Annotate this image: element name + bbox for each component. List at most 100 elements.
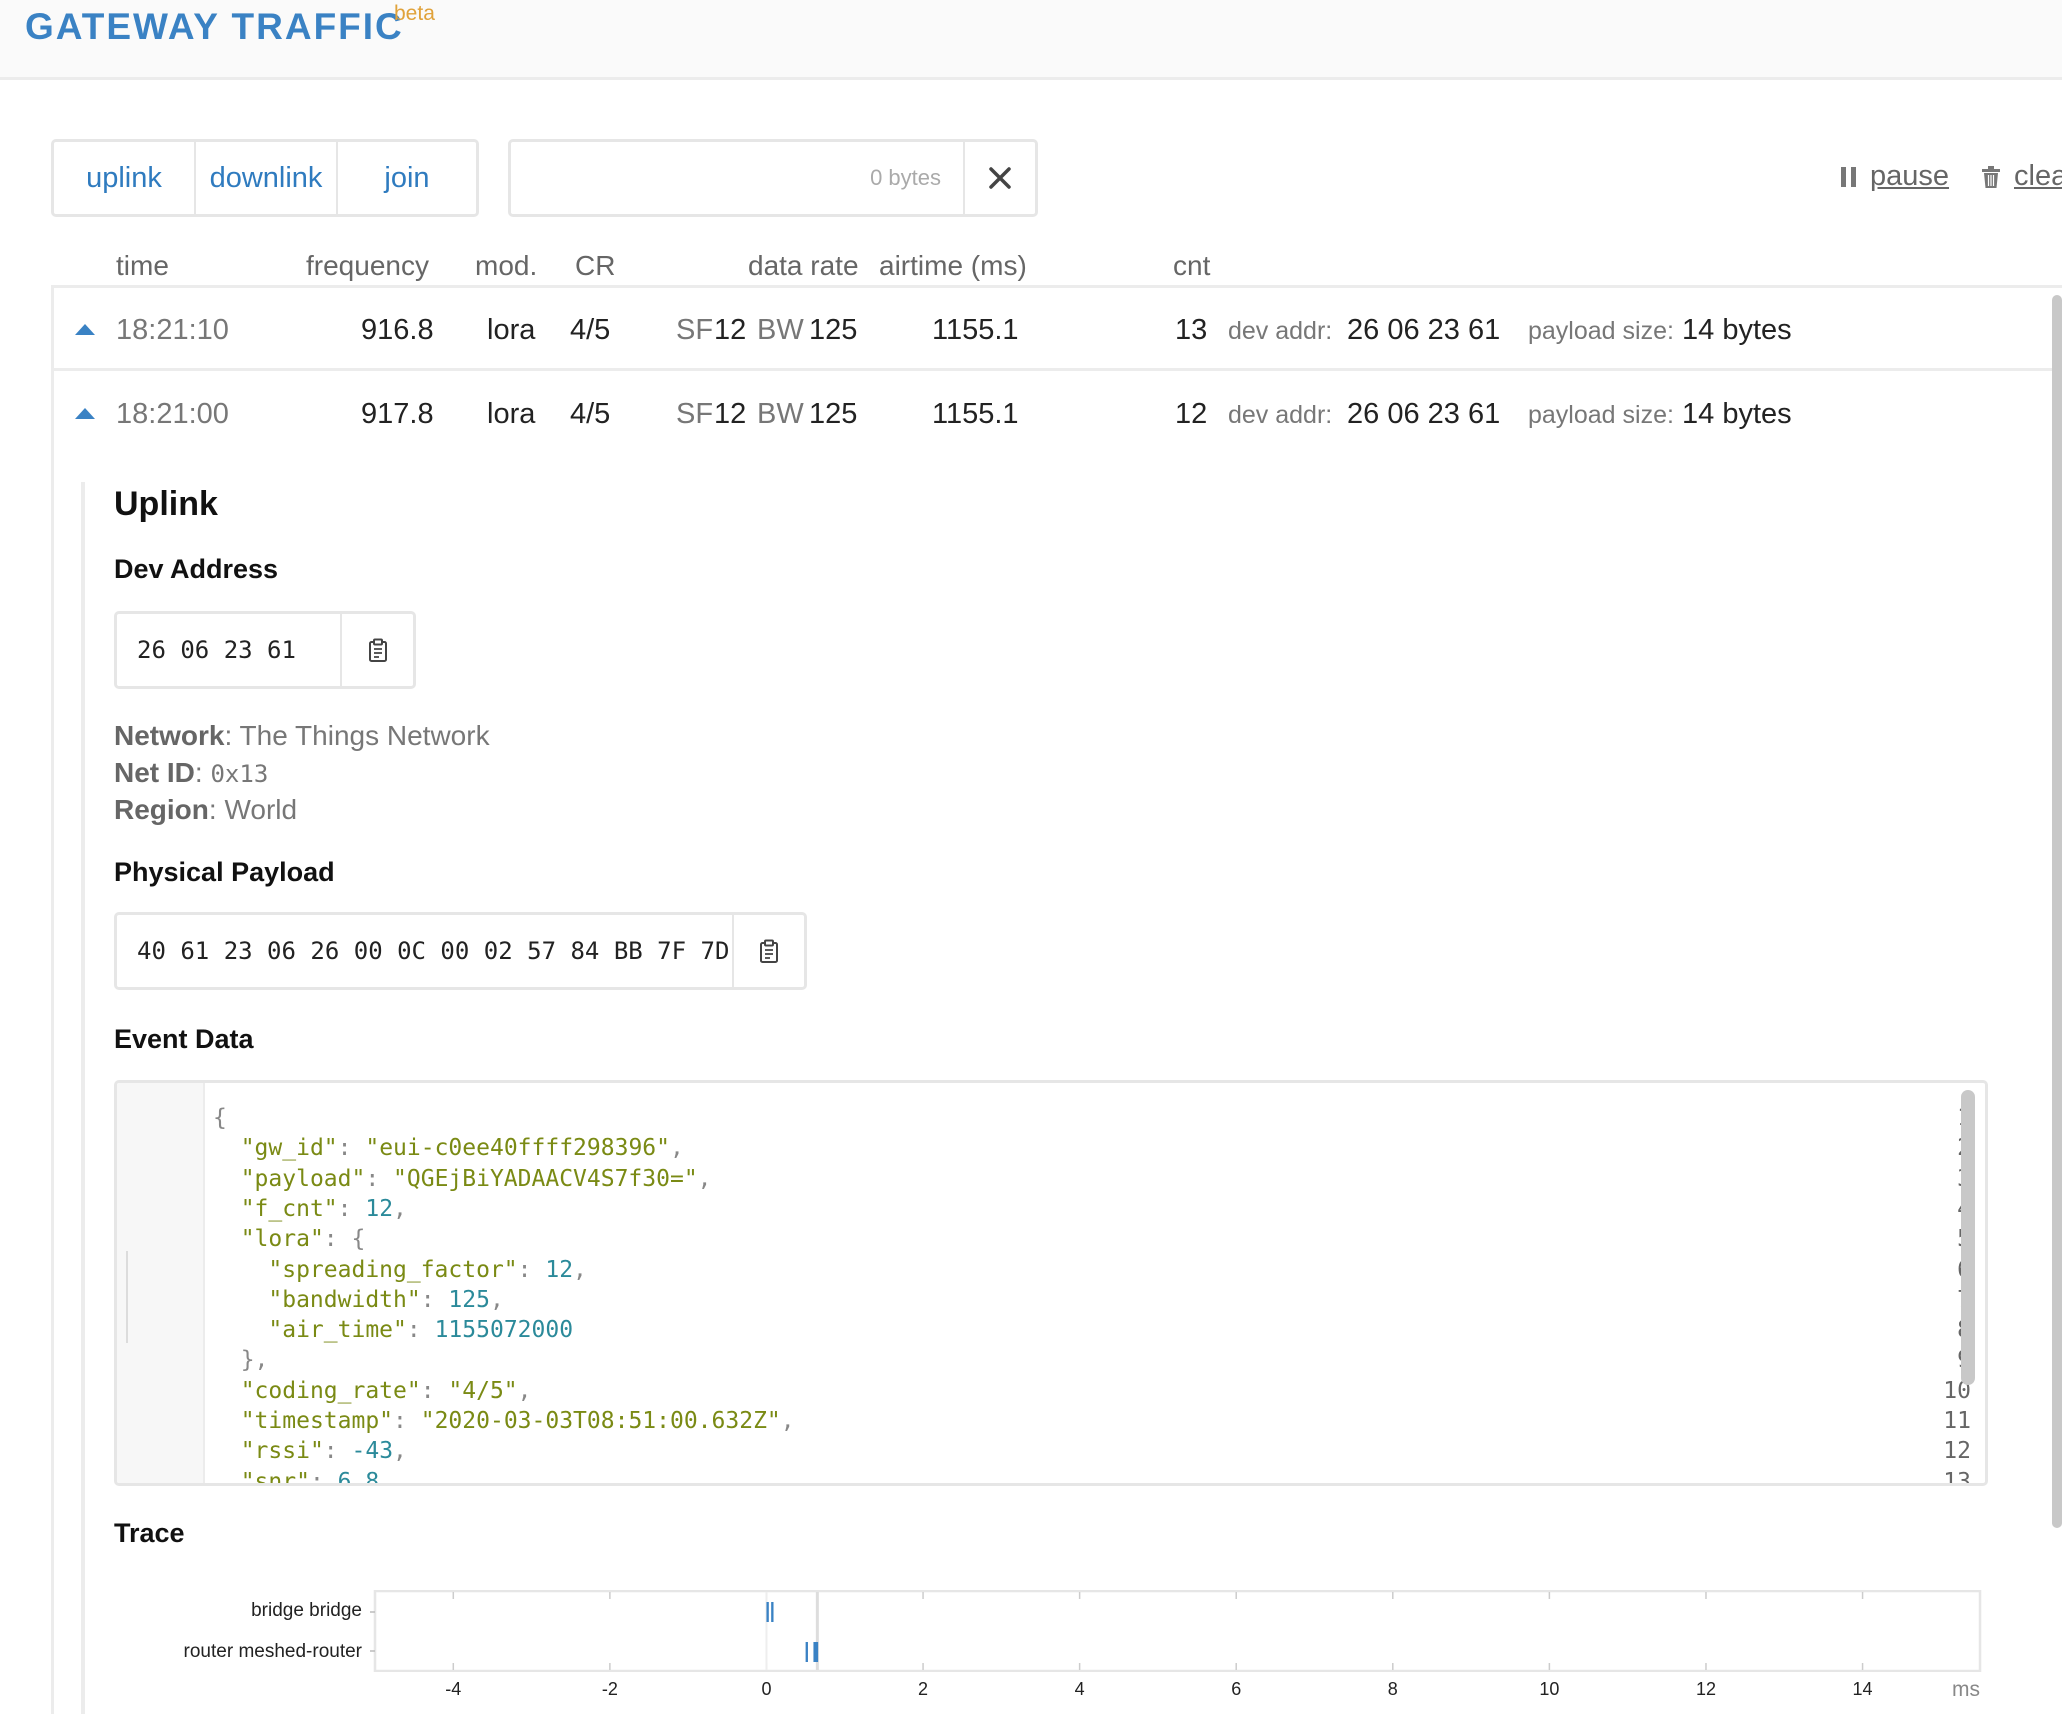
code-line: { (213, 1105, 227, 1131)
trace-span-bar[interactable] (805, 1642, 808, 1662)
region-value: World (224, 794, 298, 825)
trace-chart (370, 1590, 1982, 1672)
code-token-post: , (780, 1408, 795, 1434)
code-token-pre (213, 1378, 241, 1404)
indent-guide (126, 1251, 128, 1343)
code-token-sep: : (406, 1317, 435, 1344)
row-airtime: 1155.1 (932, 314, 1019, 346)
row-mod: lora (487, 314, 536, 346)
code-token-key: "snr" (240, 1468, 310, 1486)
event-data-editor[interactable]: { "gw_id": "eui-c0ee40ffff298396", "payl… (114, 1080, 1988, 1486)
code-token-key: "coding_rate" (240, 1377, 421, 1404)
code-token-post: , (697, 1165, 712, 1192)
tab-uplink[interactable]: uplink (54, 142, 196, 214)
code-token-num: 125 (448, 1286, 490, 1313)
type-filter: uplink downlink join (51, 139, 479, 217)
table-row[interactable]: 18:21:00 917.8 lora 4/5 SF 12 BW 125 115… (51, 374, 2062, 457)
code-token-sep: : (323, 1438, 352, 1465)
code-token-num: -43 (351, 1438, 394, 1465)
row-mod: lora (487, 398, 536, 430)
code-token-str: "QGEjBiYADAACV4S7f30=" (393, 1165, 698, 1192)
code-line: "spreading_factor": 12, (213, 1257, 587, 1283)
code-token-sep: : (337, 1135, 366, 1162)
trace-tick-label: 4 (1074, 1679, 1085, 1699)
trace-tick-label: 14 (1852, 1679, 1873, 1699)
row-bw-label: BW (757, 398, 804, 430)
code-line: "f_cnt": 12, (213, 1196, 407, 1222)
row-bw-label: BW (757, 314, 804, 346)
copy-dev-address-button[interactable] (342, 614, 413, 686)
close-icon (989, 167, 1011, 189)
trace-span-bar[interactable] (813, 1642, 819, 1662)
physical-payload-heading: Physical Payload (114, 857, 335, 887)
row-sf-label: SF (676, 314, 714, 346)
caret-up-icon (75, 408, 95, 419)
code-token-post: , (393, 1195, 407, 1222)
row-bw: 125 (809, 398, 858, 430)
code-token-post: , (573, 1256, 587, 1283)
code-line: "rssi": -43, (213, 1438, 407, 1464)
clear-filter-button[interactable] (963, 142, 1035, 214)
trace-unit: ms (1952, 1678, 1980, 1701)
row-dev-addr: 26 06 23 61 (1347, 314, 1501, 346)
row-sf: 12 (714, 314, 747, 346)
code-token-key: "payload" (240, 1165, 366, 1192)
trace-lane-label: bridge bridge (251, 1600, 362, 1621)
trace-span-bar[interactable] (771, 1602, 774, 1622)
clear-label: clea (2014, 160, 2062, 192)
copy-payload-button[interactable] (734, 915, 804, 987)
event-data-heading: Event Data (114, 1024, 254, 1054)
payload-box: 40 61 23 06 26 00 0C 00 02 57 84 BB 7F 7… (114, 912, 807, 990)
code-token-pre (213, 1135, 241, 1161)
row-sf-label: SF (676, 398, 714, 430)
page-scrollbar[interactable] (2052, 295, 2062, 1528)
col-time: time (116, 250, 169, 281)
trace-tick-label: -2 (601, 1679, 618, 1699)
col-cnt: cnt (1173, 250, 1211, 281)
trace-tick-label: 2 (918, 1679, 929, 1699)
payload-value[interactable]: 40 61 23 06 26 00 0C 00 02 57 84 BB 7F 7… (117, 915, 734, 987)
code-token-num: 6.8 (337, 1468, 380, 1486)
code-line: "gw_id": "eui-c0ee40ffff298396", (213, 1135, 684, 1161)
code-token-pre (213, 1469, 241, 1483)
code-token-pre (213, 1257, 268, 1283)
pause-button[interactable]: pause (1840, 160, 1949, 193)
caret-up-icon (75, 324, 95, 335)
code-token-str: "eui-c0ee40ffff298396" (365, 1135, 670, 1162)
trash-icon (1982, 165, 2000, 188)
line-number: 12 (1943, 1438, 1971, 1465)
tab-join[interactable]: join (338, 142, 476, 214)
code-token-key: "spreading_factor" (268, 1256, 518, 1283)
trace-tick-label: 6 (1231, 1679, 1242, 1699)
code-line: "bandwidth": 125, (213, 1286, 504, 1313)
clear-button[interactable]: clea (1980, 160, 2062, 193)
network-line: Network: The Things Network (114, 720, 490, 751)
code-token-post: , (489, 1286, 504, 1313)
code-line: "air_time": 1155072000 (213, 1317, 573, 1343)
row-time: 18:21:10 (116, 314, 229, 346)
code-token-pre: }, (213, 1347, 269, 1374)
payload-size-input[interactable]: 0 bytes (511, 142, 963, 214)
trace-tick-label: -4 (445, 1679, 462, 1699)
region-line: Region: World (114, 794, 298, 825)
trace-tick-label: 10 (1539, 1679, 1560, 1699)
dev-address-value[interactable]: 26 06 23 61 (117, 614, 342, 686)
code-line: }, (213, 1347, 269, 1374)
code-token-sep: : (420, 1377, 449, 1404)
row-time: 18:21:00 (116, 398, 229, 430)
editor-scrollbar[interactable] (1961, 1090, 1975, 1385)
payload-size-filter: 0 bytes (508, 139, 1038, 217)
pause-icon (1841, 166, 1856, 187)
code-token-post: , (393, 1438, 407, 1465)
netid-line: Net ID: 0x13 (114, 757, 269, 788)
trace-heading: Trace (114, 1518, 185, 1548)
code-token-pre: { (213, 1105, 227, 1131)
table-row[interactable]: 18:21:10 916.8 lora 4/5 SF 12 BW 125 115… (51, 288, 2062, 371)
code-line: "timestamp": "2020-03-03T08:51:00.632Z", (213, 1408, 795, 1434)
code-token-post: , (517, 1377, 532, 1404)
code-token-str: "2020-03-03T08:51:00.632Z" (420, 1408, 781, 1434)
row-payload-label: payload size: (1528, 401, 1674, 429)
tab-downlink[interactable]: downlink (196, 142, 338, 214)
dev-address-heading: Dev Address (114, 554, 279, 584)
trace-span-bar[interactable] (766, 1602, 769, 1622)
